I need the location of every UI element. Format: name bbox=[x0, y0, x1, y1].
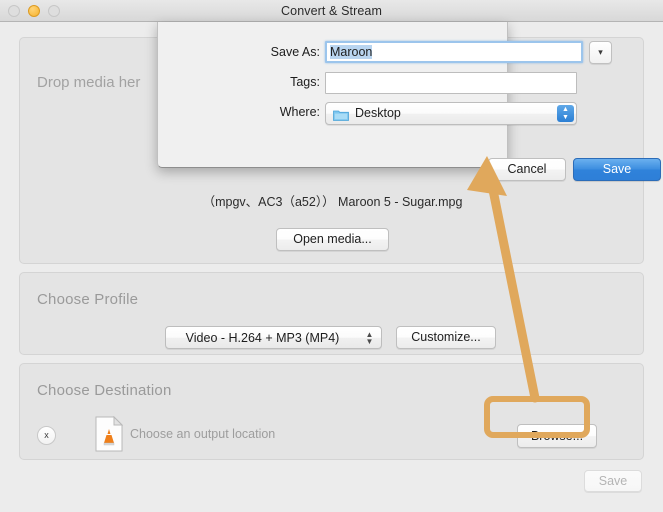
profile-select-value: Video - H.264 + MP3 (MP4) bbox=[185, 331, 340, 345]
save-as-label: Save As: bbox=[270, 45, 320, 59]
choose-destination-panel: Choose Destination x Choose an output lo… bbox=[19, 363, 644, 460]
open-media-button[interactable]: Open media... bbox=[276, 228, 389, 251]
window-title: Convert & Stream bbox=[281, 4, 382, 18]
tags-label: Tags: bbox=[290, 75, 320, 89]
save-dialog-sheet: Save As: Maroon ▾ Tags: Where: Desktop ▲… bbox=[157, 22, 661, 181]
drop-media-placeholder: Drop media her bbox=[37, 74, 141, 91]
where-label: Where: bbox=[279, 105, 320, 119]
where-select-value: Desktop bbox=[355, 106, 401, 120]
customize-button[interactable]: Customize... bbox=[396, 326, 496, 349]
up-down-stepper-icon[interactable]: ▲ ▼ bbox=[557, 105, 574, 122]
media-info-text: （mpgv、AC3（a52）） Maroon 5 - Sugar.mpg bbox=[202, 195, 463, 209]
save-as-input[interactable]: Maroon bbox=[325, 41, 583, 63]
profile-select[interactable]: Video - H.264 + MP3 (MP4) ▲ ▼ bbox=[165, 326, 382, 349]
browse-button[interactable]: Browse... bbox=[517, 424, 597, 448]
convert-stream-window: Convert & Stream Drop media her （mpgv、AC… bbox=[0, 0, 663, 512]
vlc-document-icon bbox=[95, 415, 124, 452]
where-select[interactable]: Desktop ▲ ▼ bbox=[325, 102, 577, 125]
tags-input[interactable] bbox=[325, 72, 577, 94]
chevron-down-icon[interactable]: ▾ bbox=[589, 41, 612, 64]
sheet-save-button[interactable]: Save bbox=[573, 158, 661, 181]
destination-placeholder: Choose an output location bbox=[130, 427, 276, 441]
choose-profile-panel: Choose Profile Video - H.264 + MP3 (MP4)… bbox=[19, 272, 644, 355]
save-as-input-value: Maroon bbox=[330, 45, 373, 59]
choose-profile-title: Choose Profile bbox=[37, 291, 139, 308]
clear-destination-button[interactable]: x bbox=[37, 426, 56, 445]
footer-save-button[interactable]: Save bbox=[584, 470, 642, 492]
folder-icon bbox=[333, 108, 349, 121]
window-titlebar: Convert & Stream bbox=[0, 0, 663, 22]
cancel-button[interactable]: Cancel bbox=[488, 158, 566, 181]
choose-destination-title: Choose Destination bbox=[37, 382, 172, 399]
up-down-chevron-icon: ▲ ▼ bbox=[365, 329, 374, 346]
